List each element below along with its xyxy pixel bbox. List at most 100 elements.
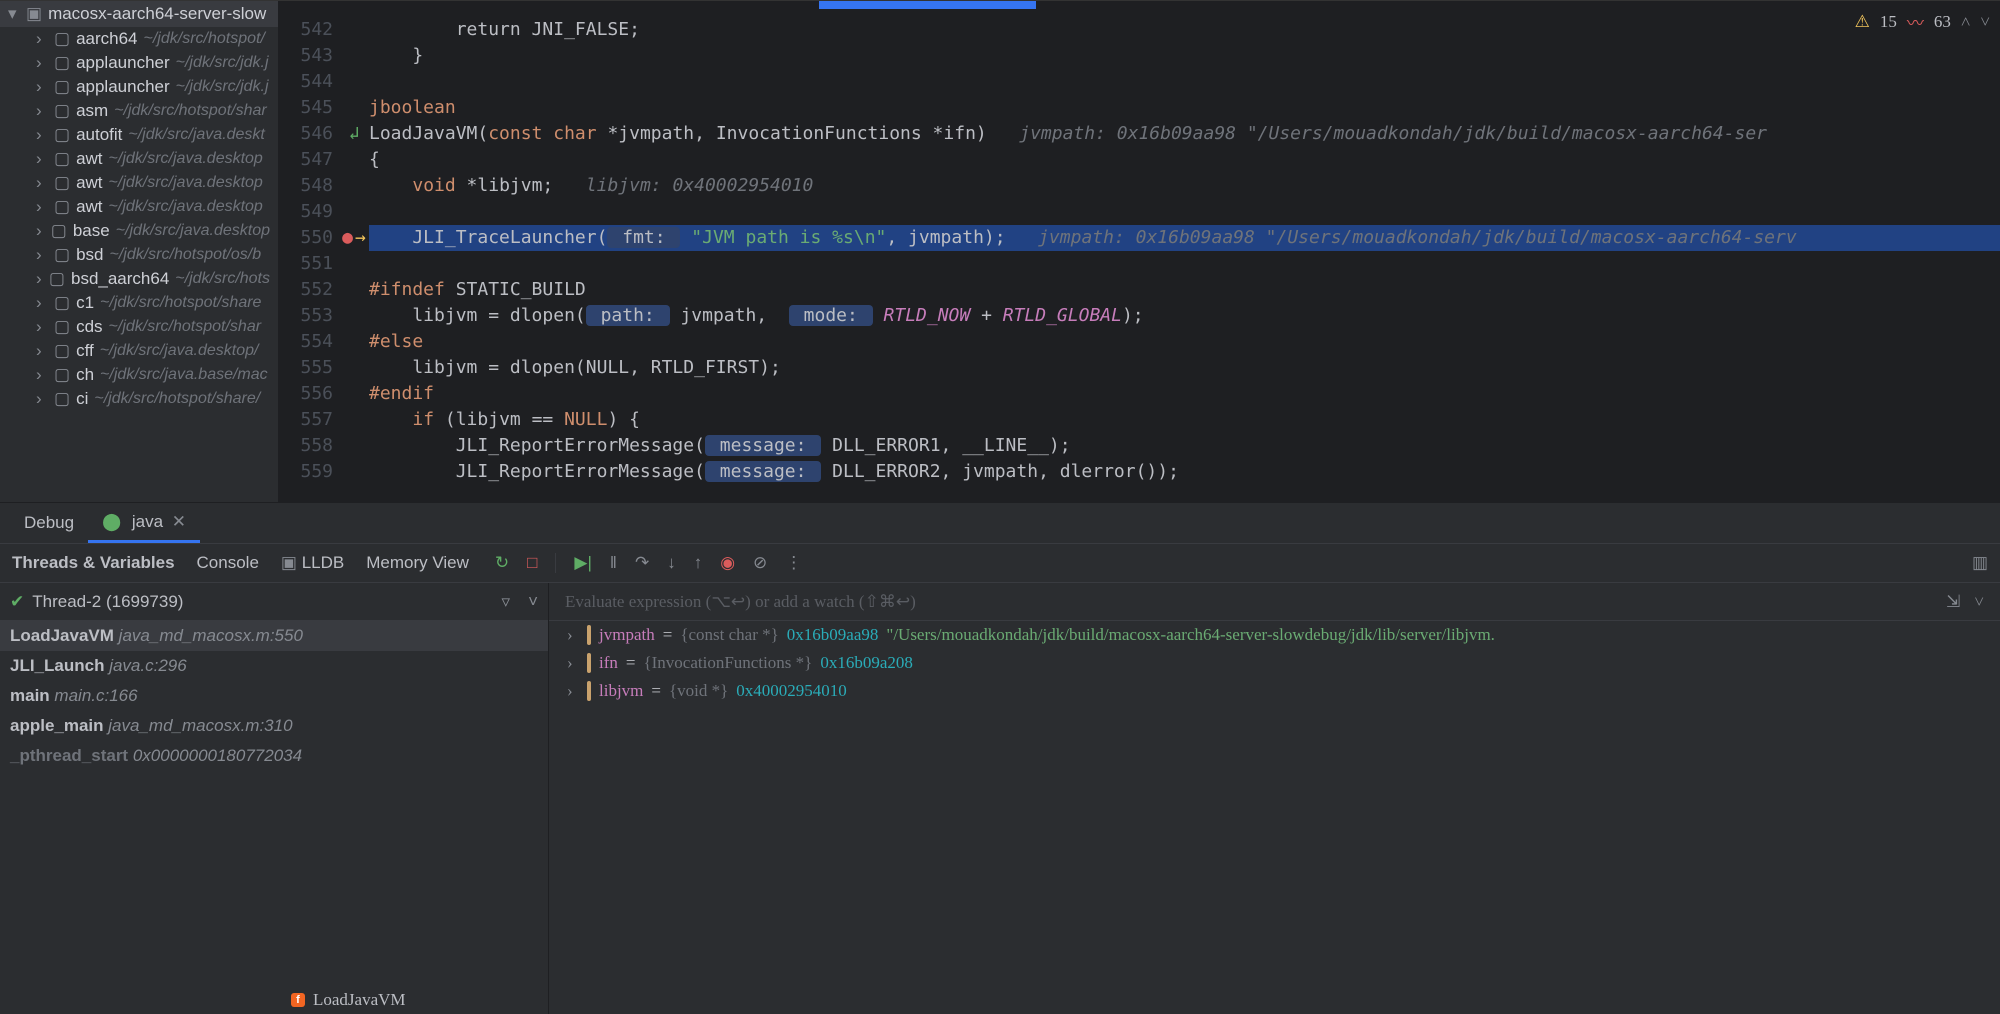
chevron-down-icon[interactable]: ˅ — [1974, 592, 1984, 612]
tree-item-path: ~/jdk/src/java.desktop — [116, 222, 270, 240]
evaluate-input[interactable]: Evaluate expression (⌥↩) or add a watch … — [549, 583, 2000, 621]
tree-root[interactable]: ▾ ▣ macosx-aarch64-server-slow — [0, 1, 278, 27]
chevron-right-icon: › — [36, 101, 48, 121]
tree-item[interactable]: ›▢awt ~/jdk/src/java.desktop — [0, 171, 278, 195]
tree-root-label: macosx-aarch64-server-slow — [48, 4, 266, 24]
layout-settings-icon[interactable]: ▥ — [1972, 553, 1988, 573]
step-out-icon[interactable]: ↑ — [694, 553, 703, 573]
code-editor[interactable]: ⚠ 15 〰 63 ˄ ˅ 54254354454554654754854955… — [279, 1, 2000, 502]
debug-toolwindow: Debug ⬤ java ✕ Threads & Variables Conso… — [0, 502, 2000, 1014]
chevron-right-icon: › — [36, 125, 48, 145]
variable-row[interactable]: ›libjvm = {void *} 0x40002954010 — [549, 677, 2000, 705]
tab-memory-view[interactable]: Memory View — [366, 553, 469, 573]
chevron-right-icon: › — [36, 365, 48, 385]
tree-item[interactable]: ›▢cds ~/jdk/src/hotspot/shar — [0, 315, 278, 339]
tree-item-path: ~/jdk/src/hotspot/share — [100, 294, 261, 312]
variable-row[interactable]: ›jvmpath = {const char *} 0x16b09aa98 "/… — [549, 621, 2000, 649]
tree-item-path: ~/jdk/src/java.desktop/ — [100, 342, 259, 360]
chevron-right-icon: › — [36, 149, 48, 169]
tree-item-label: awt — [76, 173, 102, 193]
debug-tab-label[interactable]: Debug — [10, 505, 88, 541]
resume-icon[interactable]: ▶| — [574, 553, 592, 573]
mute-breakpoints-icon[interactable]: ⊘ — [753, 553, 767, 573]
rerun-icon[interactable]: ↻ — [495, 553, 509, 573]
tree-item-path: ~/jdk/src/java.desktop — [109, 150, 263, 168]
variable-row[interactable]: ›ifn = {InvocationFunctions *} 0x16b09a2… — [549, 649, 2000, 677]
pause-icon[interactable]: ‖ — [610, 553, 617, 573]
tree-item[interactable]: ›▢awt ~/jdk/src/java.desktop — [0, 147, 278, 171]
step-over-icon[interactable]: ↷ — [635, 553, 649, 573]
return-marker-icon: ↲ — [349, 121, 360, 147]
variable-icon — [587, 681, 591, 701]
chevron-down-icon[interactable]: ˅ — [1980, 12, 1990, 32]
stack-frame[interactable]: LoadJavaVM java_md_macosx.m:550 — [0, 621, 548, 651]
stack-frame[interactable]: main main.c:166 — [0, 681, 548, 711]
tree-item-label: awt — [76, 149, 102, 169]
check-icon: ✔ — [10, 592, 24, 612]
tree-item[interactable]: ›▢applauncher ~/jdk/src/jdk.j — [0, 75, 278, 99]
tree-item-path: ~/jdk/src/java.base/mac — [100, 366, 268, 384]
tree-item-path: ~/jdk/src/hotspot/shar — [114, 102, 267, 120]
chevron-down-icon[interactable]: ˅ — [528, 592, 538, 612]
tree-item-label: applauncher — [76, 77, 170, 97]
tree-item-path: ~/jdk/src/hotspot/share/ — [94, 390, 260, 408]
error-icon: 〰 — [1907, 9, 1924, 34]
inspection-badges[interactable]: ⚠ 15 〰 63 ˄ ˅ — [1855, 9, 1990, 34]
stack-frame[interactable]: JLI_Launch java.c:296 — [0, 651, 548, 681]
tree-item-path: ~/jdk/src/jdk.j — [176, 78, 269, 96]
folder-icon: ▢ — [54, 341, 70, 361]
line-gutter[interactable]: 5425435445455465475485495505515525535545… — [279, 1, 339, 502]
debug-tab-runconf[interactable]: ⬤ java ✕ — [88, 504, 200, 543]
chevron-right-icon[interactable]: › — [567, 681, 579, 701]
view-breakpoints-icon[interactable]: ◉ — [720, 553, 735, 573]
tree-item[interactable]: ›▢awt ~/jdk/src/java.desktop — [0, 195, 278, 219]
folder-icon: ▢ — [54, 317, 70, 337]
folder-icon: ▢ — [54, 293, 70, 313]
close-icon[interactable]: ✕ — [172, 512, 186, 531]
thread-selector[interactable]: ✔ Thread-2 (1699739) ▿ ˅ — [0, 583, 548, 621]
step-into-icon[interactable]: ↓ — [667, 553, 676, 573]
chevron-right-icon: › — [36, 29, 48, 49]
chevron-right-icon: › — [36, 221, 45, 241]
tree-item[interactable]: ›▢aarch64 ~/jdk/src/hotspot/ — [0, 27, 278, 51]
evaluate-history-icon[interactable]: ⇲ — [1946, 592, 1960, 612]
tree-item[interactable]: ›▢autofit ~/jdk/src/java.deskt — [0, 123, 278, 147]
chevron-up-icon[interactable]: ˄ — [1961, 12, 1971, 32]
tab-threads-variables[interactable]: Threads & Variables — [12, 553, 175, 573]
chevron-right-icon[interactable]: › — [567, 625, 579, 645]
thread-label: Thread-2 (1699739) — [32, 592, 183, 612]
chevron-right-icon[interactable]: › — [567, 653, 579, 673]
more-icon[interactable]: ⋮ — [785, 553, 802, 573]
tree-item-label: cds — [76, 317, 102, 337]
exec-point-icon: → — [355, 225, 366, 251]
tree-item[interactable]: ›▢bsd_aarch64 ~/jdk/src/hots — [0, 267, 278, 291]
debug-subtabs: Threads & Variables Console ▣ LLDB Memor… — [0, 543, 2000, 583]
project-tree[interactable]: ▾ ▣ macosx-aarch64-server-slow ›▢aarch64… — [0, 1, 279, 502]
frames-panel: ✔ Thread-2 (1699739) ▿ ˅ LoadJavaVM java… — [0, 583, 549, 1014]
tree-item[interactable]: ›▢applauncher ~/jdk/src/jdk.j — [0, 51, 278, 75]
code-area[interactable]: return JNI_FALSE; }jbooleanLoadJavaVM(co… — [369, 1, 2000, 502]
tree-item[interactable]: ›▢cff ~/jdk/src/java.desktop/ — [0, 339, 278, 363]
gutter-marks[interactable]: ↲ ●→ — [339, 1, 369, 502]
folder-icon: ▢ — [49, 269, 65, 289]
tab-lldb[interactable]: ▣ LLDB — [281, 553, 344, 573]
tree-item[interactable]: ›▢ci ~/jdk/src/hotspot/share/ — [0, 387, 278, 411]
tree-item-label: ch — [76, 365, 94, 385]
tree-item[interactable]: ›▢ch ~/jdk/src/java.base/mac — [0, 363, 278, 387]
stop-icon[interactable]: □ — [527, 553, 537, 573]
stack-frame[interactable]: _pthread_start 0x0000000180772034 — [0, 741, 548, 771]
stack-frame[interactable]: apple_main java_md_macosx.m:310 — [0, 711, 548, 741]
folder-icon: ▢ — [54, 389, 70, 409]
tree-item[interactable]: ›▢asm ~/jdk/src/hotspot/shar — [0, 99, 278, 123]
tree-item[interactable]: ›▢c1 ~/jdk/src/hotspot/share — [0, 291, 278, 315]
folder-icon: ▢ — [54, 125, 70, 145]
breakpoint-icon[interactable]: ● — [342, 225, 353, 251]
tree-item-label: awt — [76, 197, 102, 217]
breadcrumb[interactable]: f LoadJavaVM — [279, 986, 418, 1014]
tree-item[interactable]: ›▢base ~/jdk/src/java.desktop — [0, 219, 278, 243]
filter-icon[interactable]: ▿ — [502, 592, 511, 612]
tree-item-path: ~/jdk/src/hotspot/shar — [109, 318, 262, 336]
tree-item[interactable]: ›▢bsd ~/jdk/src/hotspot/os/b — [0, 243, 278, 267]
function-icon: f — [291, 993, 305, 1007]
tab-console[interactable]: Console — [197, 553, 259, 573]
